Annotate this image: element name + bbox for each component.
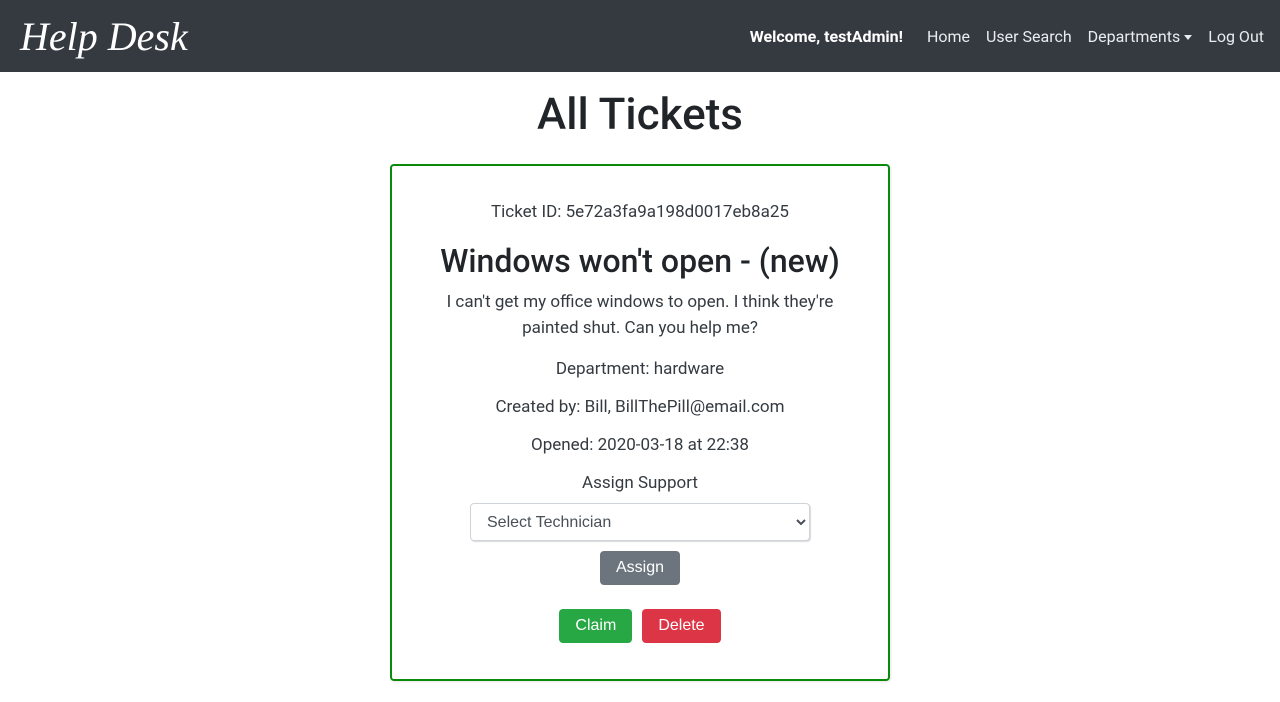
ticket-id: Ticket ID: 5e72a3fa9a198d0017eb8a25 [436, 202, 844, 222]
ticket-department: Department: hardware [436, 359, 844, 379]
assign-button[interactable]: Assign [600, 551, 680, 585]
page-title: All Tickets [0, 88, 1280, 140]
nav-user-search[interactable]: User Search [986, 23, 1072, 50]
ticket-card: Ticket ID: 5e72a3fa9a198d0017eb8a25 Wind… [390, 164, 890, 681]
ticket-opened: Opened: 2020-03-18 at 22:38 [436, 435, 844, 455]
ticket-description: I can't get my office windows to open. I… [436, 290, 844, 341]
assign-button-row: Assign [436, 551, 844, 585]
ticket-actions: Claim Delete [436, 609, 844, 643]
chevron-down-icon [1184, 35, 1192, 40]
technician-select-wrap: Select Technician [436, 503, 844, 541]
nav-departments-dropdown[interactable]: Departments [1088, 23, 1193, 50]
claim-button[interactable]: Claim [559, 609, 632, 643]
navbar: Help Desk Welcome, testAdmin! Home User … [0, 0, 1280, 72]
nav-right: Welcome, testAdmin! Home User Search Dep… [750, 23, 1264, 50]
delete-button[interactable]: Delete [642, 609, 720, 643]
technician-select[interactable]: Select Technician [470, 503, 810, 541]
ticket-created-by: Created by: Bill, BillThePill@email.com [436, 397, 844, 417]
assign-support-label: Assign Support [436, 473, 844, 493]
nav-logout[interactable]: Log Out [1208, 23, 1264, 50]
ticket-title: Windows won't open - (new) [436, 242, 844, 280]
nav-home[interactable]: Home [927, 23, 970, 50]
nav-departments-label: Departments [1088, 27, 1181, 46]
brand-logo[interactable]: Help Desk [16, 13, 192, 60]
welcome-text: Welcome, testAdmin! [750, 27, 903, 46]
